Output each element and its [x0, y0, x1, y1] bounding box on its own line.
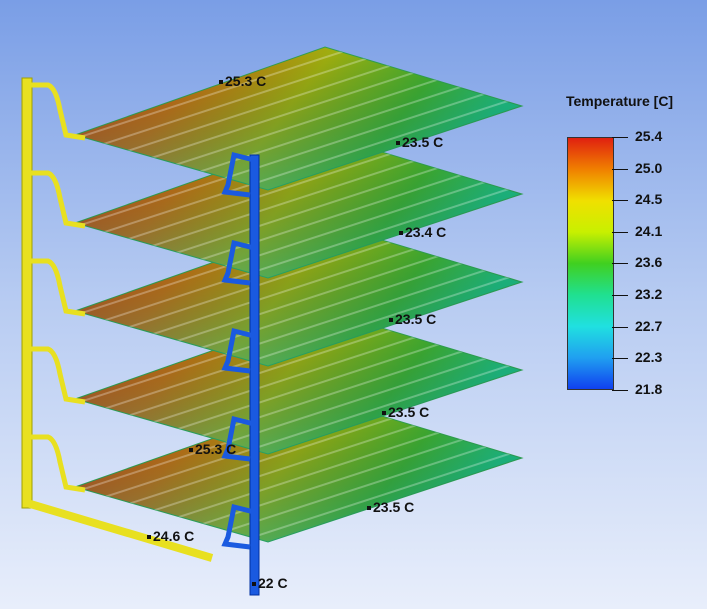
temperature-probe-label: 23.5 C — [382, 404, 429, 420]
temperature-colorbar — [567, 137, 614, 390]
legend-tick — [612, 358, 628, 360]
temperature-probe-label: 22 C — [252, 575, 288, 591]
legend-value: 23.2 — [635, 286, 663, 302]
legend-tick — [612, 295, 628, 296]
temperature-probe-label: 23.5 C — [396, 134, 443, 150]
legend-tick — [612, 263, 628, 265]
legend-title: Temperature [C] — [566, 93, 674, 109]
temperature-probe-label: 23.5 C — [389, 311, 436, 327]
legend-value: 22.7 — [635, 317, 663, 334]
legend-tick — [612, 168, 628, 170]
legend-tick — [612, 389, 628, 391]
legend-value: 21.8 — [635, 380, 663, 397]
legend-value: 23.6 — [635, 254, 663, 271]
legend-value: 24.5 — [635, 191, 663, 208]
legend-value: 22.3 — [635, 349, 663, 366]
legend-tick — [612, 326, 628, 328]
temperature-probe-label: 24.6 C — [147, 528, 194, 544]
legend-tick — [612, 200, 628, 202]
temperature-probe-label: 25.3 C — [189, 441, 236, 457]
plate-shelf — [73, 46, 524, 191]
legend-value: 25.0 — [635, 159, 663, 176]
temperature-probe-label: 23.4 C — [399, 224, 446, 240]
legend-tick — [612, 137, 628, 138]
legend-value: 24.1 — [635, 222, 663, 239]
temperature-probe-label: 25.3 C — [219, 73, 266, 89]
legend-tick — [612, 231, 628, 233]
temperature-probe-label: 23.5 C — [367, 499, 414, 515]
legend-value: 25.4 — [635, 128, 663, 144]
